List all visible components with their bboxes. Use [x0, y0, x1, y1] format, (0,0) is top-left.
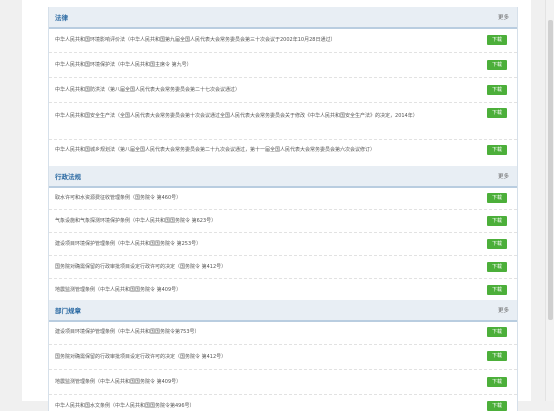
section-header: 行政法规 更多 — [49, 166, 517, 188]
download-button[interactable]: 下载 — [487, 327, 507, 337]
list-item: 建设项目环境保护管理条例（中华人民共和国国务院令第753号） 下载 — [49, 322, 517, 345]
document-title[interactable]: 中华人民共和国环境保护法（中华人民共和国主席令 第九号） — [55, 60, 435, 70]
download-button[interactable]: 下载 — [487, 239, 507, 249]
document-title[interactable]: 中华人民共和国环境影响评价法（中华人民共和国第九届全国人民代表大会常务委员会第三… — [55, 35, 435, 45]
list-item: 中华人民共和国防洪法（第八届全国人民代表大会常务委员会第二十七次会议通过） 下载 — [49, 78, 517, 103]
download-button[interactable]: 下载 — [487, 60, 507, 70]
document-title[interactable]: 地震监测管理条例（中华人民共和国国务院令 第409号） — [55, 285, 435, 295]
section-title: 法律 — [55, 14, 68, 22]
list-item: 中华人民共和国安全生产法（全国人民代表大会常务委员会第十次会议通过全国人民代表大… — [49, 103, 517, 140]
section-title: 行政法规 — [55, 173, 81, 181]
document-title[interactable]: 国务院对确需保留的行政审批项目设定行政许可的决定（国务院令 第412号） — [55, 262, 435, 272]
list-item: 中华人民共和国水文条例（中华人民共和国国务院令第496号） 下载 — [49, 395, 517, 411]
download-button[interactable]: 下载 — [487, 108, 507, 118]
list-item: 国务院对确需保留的行政审批项目设定行政许可的决定（国务院令 第412号） 下载 — [49, 256, 517, 279]
list-item: 建设项目环境保护管理条例（中华人民共和国国务院令 第253号） 下载 — [49, 233, 517, 256]
document-title[interactable]: 地震监测管理条例（中华人民共和国国务院令 第409号） — [55, 377, 435, 387]
section-header: 法律 更多 — [49, 7, 517, 29]
document-title[interactable]: 中华人民共和国防洪法（第八届全国人民代表大会常务委员会第二十七次会议通过） — [55, 85, 435, 95]
document-title[interactable]: 中华人民共和国安全生产法（全国人民代表大会常务委员会第十次会议通过全国人民代表大… — [55, 111, 435, 121]
more-link[interactable]: 更多 — [498, 306, 509, 314]
scrollbar[interactable] — [545, 0, 554, 401]
download-button[interactable]: 下载 — [487, 377, 507, 387]
download-button[interactable]: 下载 — [487, 85, 507, 95]
section-departmental-rules: 部门规章 更多 建设项目环境保护管理条例（中华人民共和国国务院令第753号） 下… — [48, 300, 518, 411]
document-title[interactable]: 建设项目环境保护管理条例（中华人民共和国国务院令 第253号） — [55, 239, 435, 249]
more-link[interactable]: 更多 — [498, 172, 509, 180]
list-item: 气象设施和气象探测环境保护条例（中华人民共和国国务院令 第623号） 下载 — [49, 210, 517, 233]
document-title[interactable]: 气象设施和气象探测环境保护条例（中华人民共和国国务院令 第623号） — [55, 216, 435, 226]
download-button[interactable]: 下载 — [487, 285, 507, 295]
section-header: 部门规章 更多 — [49, 300, 517, 322]
download-button[interactable]: 下载 — [487, 262, 507, 272]
document-title[interactable]: 建设项目环境保护管理条例（中华人民共和国国务院令第753号） — [55, 327, 435, 337]
scrollbar-thumb[interactable] — [548, 20, 553, 320]
list-item: 地震监测管理条例（中华人民共和国国务院令 第409号） 下载 — [49, 279, 517, 302]
section-administrative-regulations: 行政法规 更多 取水许可和水资源费征收管理条例（国务院令 第460号） 下载 气… — [48, 166, 518, 302]
download-button[interactable]: 下载 — [487, 401, 507, 411]
list-item: 取水许可和水资源费征收管理条例（国务院令 第460号） 下载 — [49, 188, 517, 210]
document-title[interactable]: 中华人民共和国水文条例（中华人民共和国国务院令第496号） — [55, 401, 435, 411]
section-title: 部门规章 — [55, 307, 81, 315]
list-item: 中华人民共和国环境影响评价法（中华人民共和国第九届全国人民代表大会常务委员会第三… — [49, 29, 517, 53]
document-title[interactable]: 国务院对确需保留的行政审批项目设定行政许可的决定（国务院令 第412号） — [55, 352, 435, 362]
document-title[interactable]: 取水许可和水资源费征收管理条例（国务院令 第460号） — [55, 193, 435, 203]
document-title[interactable]: 中华人民共和国城乡规划法（第八届全国人民代表大会常务委员会第二十九次会议通过，第… — [55, 145, 435, 155]
download-button[interactable]: 下载 — [487, 145, 507, 155]
more-link[interactable]: 更多 — [498, 13, 509, 21]
download-button[interactable]: 下载 — [487, 351, 507, 361]
download-button[interactable]: 下载 — [487, 35, 507, 45]
download-button[interactable]: 下载 — [487, 216, 507, 226]
list-item: 地震监测管理条例（中华人民共和国国务院令 第409号） 下载 — [49, 370, 517, 395]
download-button[interactable]: 下载 — [487, 193, 507, 203]
list-item: 中华人民共和国环境保护法（中华人民共和国主席令 第九号） 下载 — [49, 53, 517, 78]
section-laws: 法律 更多 中华人民共和国环境影响评价法（中华人民共和国第九届全国人民代表大会常… — [48, 7, 518, 170]
page-content: 法律 更多 中华人民共和国环境影响评价法（中华人民共和国第九届全国人民代表大会常… — [22, 0, 531, 411]
list-item: 国务院对确需保留的行政审批项目设定行政许可的决定（国务院令 第412号） 下载 — [49, 345, 517, 370]
